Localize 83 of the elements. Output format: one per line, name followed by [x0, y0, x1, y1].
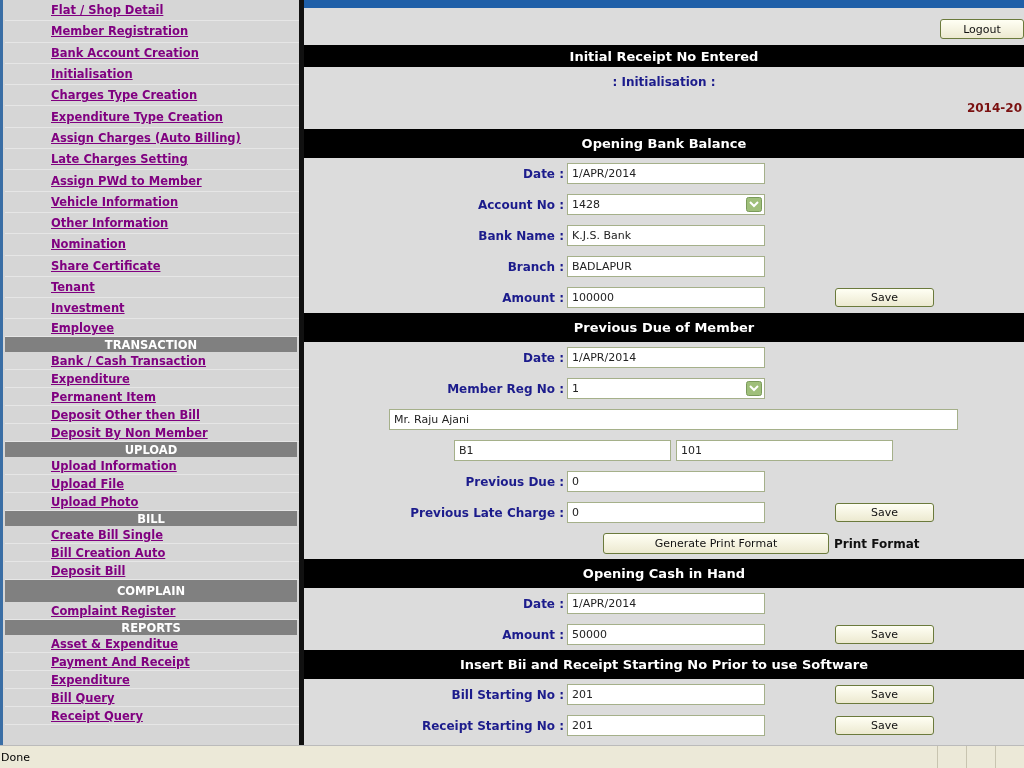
- input-field[interactable]: BADLAPUR: [567, 256, 765, 277]
- page-title: : Initialisation :: [611, 74, 717, 91]
- menu-section-header: TRANSACTION: [5, 337, 297, 353]
- menu-link[interactable]: Bill Query: [51, 690, 115, 705]
- input-field[interactable]: 0: [567, 471, 765, 492]
- field-label: Date :: [522, 350, 565, 365]
- menu-link[interactable]: Complaint Register: [51, 603, 176, 618]
- input-field[interactable]: 201: [567, 715, 765, 736]
- menu-link[interactable]: Employee: [51, 320, 114, 335]
- menu-link[interactable]: Upload Photo: [51, 494, 139, 509]
- field-label: Branch :: [506, 259, 565, 274]
- dropdown[interactable]: 1: [567, 378, 765, 399]
- input-field[interactable]: 50000: [567, 624, 765, 645]
- menu-section-header: BILL: [5, 511, 297, 527]
- input-field[interactable]: B1: [454, 440, 671, 461]
- save-button[interactable]: Save: [835, 685, 934, 704]
- field-label: Previous Due :: [464, 474, 565, 489]
- input-field[interactable]: 1/APR/2014: [567, 163, 765, 184]
- menu-link[interactable]: Expenditure: [51, 672, 130, 687]
- menu-link[interactable]: Upload Information: [51, 458, 177, 473]
- menu-link[interactable]: Late Charges Setting: [51, 152, 188, 167]
- menu-link[interactable]: Payment And Receipt: [51, 654, 190, 669]
- field-label: Amount :: [501, 290, 565, 305]
- menu-link[interactable]: Flat / Shop Detail: [51, 3, 164, 18]
- section-header: Insert Bii and Receipt Starting No Prior to use Software: [304, 650, 1024, 679]
- input-field[interactable]: 0: [567, 502, 765, 523]
- menu-link[interactable]: Permanent Item: [51, 389, 156, 404]
- input-field[interactable]: 1/APR/2014: [567, 347, 765, 368]
- field-label: Account No :: [476, 197, 565, 212]
- save-button[interactable]: Save: [835, 716, 934, 735]
- menu-link[interactable]: Initialisation: [51, 67, 133, 82]
- menu-link[interactable]: Upload File: [51, 476, 124, 491]
- field-label: Previous Late Charge :: [409, 505, 565, 520]
- menu-section-header: COMPLAIN: [5, 580, 297, 603]
- print-format-link[interactable]: Print Format: [834, 536, 920, 551]
- field-label: Date :: [522, 166, 565, 181]
- menu-link[interactable]: Vehicle Information: [51, 194, 179, 209]
- menu-link[interactable]: Assign Charges (Auto Billing): [51, 130, 241, 145]
- menu-link[interactable]: Create Bill Single: [51, 527, 163, 542]
- menu-link[interactable]: Expenditure: [51, 371, 130, 386]
- menu-link[interactable]: Bank / Cash Transaction: [51, 353, 206, 368]
- menu-link[interactable]: Bill Creation Auto: [51, 545, 166, 560]
- save-button[interactable]: Save: [835, 288, 934, 307]
- input-field[interactable]: Mr. Raju Ajani: [389, 409, 958, 430]
- save-button[interactable]: Save: [835, 503, 934, 522]
- year-label: 2014-20: [965, 100, 1023, 117]
- menu-link[interactable]: Nomination: [51, 237, 126, 252]
- menu-link[interactable]: Tenant: [51, 280, 95, 294]
- menu-link[interactable]: Investment: [51, 301, 125, 316]
- menu-section-header: UPLOAD: [5, 442, 297, 458]
- input-field[interactable]: K.J.S. Bank: [567, 225, 765, 246]
- menu-link[interactable]: Deposit Bill: [51, 563, 126, 578]
- input-field[interactable]: 1/APR/2014: [567, 593, 765, 614]
- field-label: Amount :: [501, 627, 565, 642]
- menu-link[interactable]: Bank Account Creation: [51, 45, 199, 60]
- field-label: Member Reg No :: [446, 381, 565, 396]
- status-text: Done: [0, 750, 31, 764]
- menu-section-header: REPORTS: [5, 620, 297, 636]
- logout-button[interactable]: Logout: [940, 19, 1024, 39]
- menu-link[interactable]: Assign PWd to Member: [51, 173, 202, 188]
- menu-link[interactable]: Member Registration: [51, 24, 189, 39]
- save-button[interactable]: Save: [835, 625, 934, 644]
- field-label: Bank Name :: [477, 228, 565, 243]
- menu-link[interactable]: Charges Type Creation: [51, 88, 198, 103]
- section-header: Previous Due of Member: [304, 313, 1024, 342]
- menu-link[interactable]: Deposit By Non Member: [51, 425, 208, 440]
- generate-button[interactable]: Generate Print Format: [603, 533, 829, 554]
- menu-link[interactable]: Other Information: [51, 216, 169, 231]
- dropdown[interactable]: 1428: [567, 194, 765, 215]
- menu-link[interactable]: Receipt Query: [51, 708, 143, 723]
- input-field[interactable]: 201: [567, 684, 765, 705]
- menu-link[interactable]: Asset & Expenditue: [51, 636, 179, 651]
- input-field[interactable]: 101: [676, 440, 893, 461]
- menu-link[interactable]: Expenditure Type Creation: [51, 109, 224, 124]
- input-field[interactable]: 100000: [567, 287, 765, 308]
- section-header: Opening Cash in Hand: [304, 559, 1024, 588]
- notice-banner: Initial Receipt No Entered: [304, 45, 1024, 67]
- menu-link[interactable]: Share Certificate: [51, 258, 161, 273]
- section-header: Opening Bank Balance: [304, 129, 1024, 158]
- field-label: Date :: [522, 596, 565, 611]
- menu-link[interactable]: Deposit Other then Bill: [51, 407, 200, 422]
- field-label: Receipt Starting No :: [420, 718, 565, 733]
- field-label: Bill Starting No :: [450, 687, 565, 702]
